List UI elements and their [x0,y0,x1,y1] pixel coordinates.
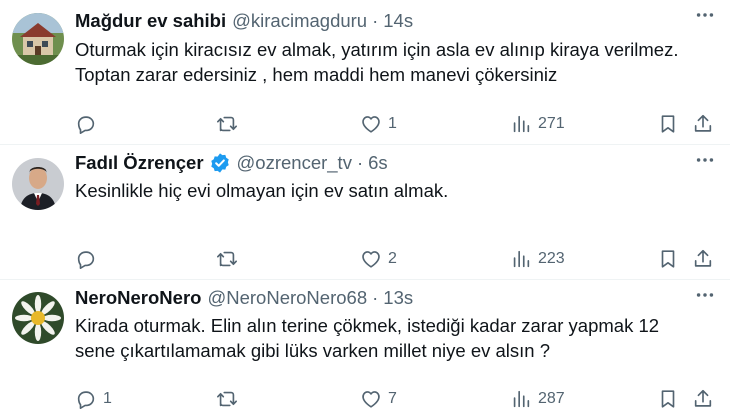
display-name[interactable]: Fadıl Özrençer [75,152,204,174]
tweet[interactable]: NeroNeroNero @NeroNeroNero68 · 13s Kirad… [0,280,730,420]
separator-dot: · [356,152,364,173]
like-button[interactable]: 1 [360,109,397,139]
views-count: 223 [538,250,565,267]
tweet-text: Kesinlikle hiç evi olmayan için ev satın… [75,180,449,201]
action-bar: 1 271 [0,109,730,139]
views-icon [513,115,530,133]
user-handle[interactable]: @ozrencer_tv [237,152,352,174]
avatar[interactable] [12,292,64,344]
avatar[interactable] [12,158,64,210]
share-button[interactable] [692,384,714,414]
display-name[interactable]: NeroNeroNero [75,287,201,309]
share-icon [694,389,712,407]
bookmark-button[interactable] [657,109,679,139]
retweet-icon [217,251,237,267]
tweet-text: Kirada oturmak. Elin alın terine çökmek,… [75,315,660,361]
display-name[interactable]: Mağdur ev sahibi [75,10,226,32]
user-handle[interactable]: @NeroNeroNero68 [207,287,367,309]
like-button[interactable]: 7 [360,384,397,414]
share-icon [694,249,712,267]
retweet-icon [217,116,237,132]
reply-button[interactable] [75,109,103,139]
like-count: 1 [388,115,397,132]
share-icon [694,114,712,132]
user-handle[interactable]: @kiracimagduru [232,10,367,32]
bookmark-button[interactable] [657,244,679,274]
bookmark-icon [661,390,675,408]
reply-icon [77,391,95,409]
tweet[interactable]: Fadıl Özrençer @ozrencer_tv · 6s Kesinli… [0,145,730,280]
reply-button[interactable] [75,244,103,274]
like-count: 7 [388,390,397,407]
action-bar: 2 223 [0,244,730,274]
views-count: 271 [538,115,565,132]
reply-icon [77,251,95,269]
more-icon[interactable] [694,4,716,26]
like-count: 2 [388,250,397,267]
tweet-text: Oturmak için kiracısız ev almak, yatırım… [75,39,679,85]
more-icon[interactable] [694,284,716,306]
tweet-header: Mağdur ev sahibi @kiracimagduru · 14s [75,8,718,34]
views-count: 287 [538,390,565,407]
verified-badge-icon [210,153,229,173]
more-icon[interactable] [694,149,716,171]
retweet-button[interactable] [216,244,244,274]
views-button[interactable]: 271 [510,109,565,139]
retweet-icon [217,391,237,407]
like-icon [362,116,380,133]
timestamp[interactable]: 6s [368,152,388,174]
separator-dot: · [372,287,379,308]
action-bar: 1 7 287 [0,384,730,414]
reply-icon [77,116,95,134]
like-icon [362,251,380,268]
share-button[interactable] [692,109,714,139]
tweet-header: NeroNeroNero @NeroNeroNero68 · 13s [75,285,718,311]
retweet-button[interactable] [216,109,244,139]
retweet-button[interactable] [216,384,244,414]
reply-button[interactable]: 1 [75,384,112,414]
timestamp[interactable]: 14s [383,10,413,32]
tweet[interactable]: Mağdur ev sahibi @kiracimagduru · 14s Ot… [0,0,730,145]
reply-count: 1 [103,390,112,407]
views-icon [513,250,530,268]
views-button[interactable]: 287 [510,384,565,414]
tweet-header: Fadıl Özrençer @ozrencer_tv · 6s [75,150,718,176]
views-button[interactable]: 223 [510,244,565,274]
separator-dot: · [372,10,379,31]
bookmark-icon [661,115,675,133]
like-button[interactable]: 2 [360,244,397,274]
bookmark-button[interactable] [657,384,679,414]
views-icon [513,390,530,408]
like-icon [362,391,380,408]
bookmark-icon [661,250,675,268]
share-button[interactable] [692,244,714,274]
timestamp[interactable]: 13s [383,287,413,309]
avatar[interactable] [12,13,64,65]
